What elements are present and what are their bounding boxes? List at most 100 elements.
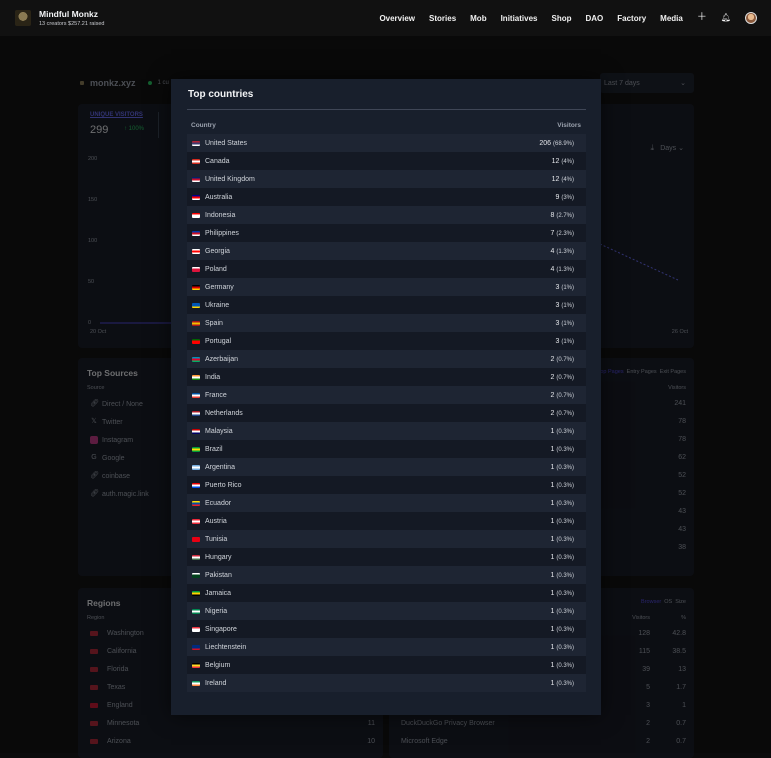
tab-entry-pages[interactable]: Entry Pages <box>627 369 657 375</box>
country-name: Nigeria <box>205 607 228 615</box>
country-visitors: 1 (0.3%) <box>550 428 574 435</box>
instagram-icon <box>90 436 98 444</box>
country-name: Ireland <box>205 679 227 687</box>
country-name: Ukraine <box>205 301 230 309</box>
visitor-count: 1 <box>550 499 555 507</box>
region-item[interactable]: California <box>90 648 137 655</box>
table-row[interactable]: Hungary 1 (0.3%) <box>187 548 586 566</box>
table-row[interactable]: France 2 (0.7%) <box>187 386 586 404</box>
visitor-percent: (1%) <box>561 302 574 309</box>
country-name: Jamaica <box>205 589 232 597</box>
region-label: Florida <box>107 666 129 673</box>
date-range-select[interactable]: Last 7 days ⌄ <box>600 73 694 93</box>
table-row[interactable]: Liechtenstein 1 (0.3%) <box>187 638 586 656</box>
us-flag-icon <box>90 721 98 726</box>
region-item[interactable]: Washington <box>90 630 144 637</box>
country-flag-icon <box>192 338 200 344</box>
table-row[interactable]: Netherlands 2 (0.7%) <box>187 404 586 422</box>
table-row[interactable]: Germany 3 (1%) <box>187 278 586 296</box>
region-item[interactable]: Texas <box>90 684 125 691</box>
visitor-count: 1 <box>550 535 555 543</box>
table-row[interactable]: United Kingdom 12 (4%) <box>187 170 586 188</box>
table-row[interactable]: India 2 (0.7%) <box>187 368 586 386</box>
country-name: Puerto Rico <box>205 481 242 489</box>
browser-percent: 1.7 <box>676 684 686 691</box>
table-row[interactable]: Nigeria 1 (0.3%) <box>187 602 586 620</box>
table-row[interactable]: Portugal 3 (1%) <box>187 332 586 350</box>
table-row[interactable]: Ireland 1 (0.3%) <box>187 674 586 692</box>
table-row[interactable]: Poland 4 (1.3%) <box>187 260 586 278</box>
country-visitors: 3 (1%) <box>555 320 574 327</box>
tab-browser[interactable]: Browser <box>641 599 661 605</box>
visitor-count: 1 <box>550 589 555 597</box>
visitor-count: 3 <box>555 319 560 327</box>
device-tabs: Browser OS Size <box>641 599 686 605</box>
table-row[interactable]: Belgium 1 (0.3%) <box>187 656 586 674</box>
table-row[interactable]: Pakistan 1 (0.3%) <box>187 566 586 584</box>
table-row[interactable]: Puerto Rico 1 (0.3%) <box>187 476 586 494</box>
table-row[interactable]: Ecuador 1 (0.3%) <box>187 494 586 512</box>
region-item[interactable]: Florida <box>90 666 128 673</box>
table-row[interactable]: Ukraine 3 (1%) <box>187 296 586 314</box>
source-item[interactable]: 🔗︎ coinbase <box>90 472 130 480</box>
table-row[interactable]: Argentina 1 (0.3%) <box>187 458 586 476</box>
us-flag-icon <box>90 631 98 636</box>
visitor-percent: (0.3%) <box>556 572 574 579</box>
visitor-percent: (0.3%) <box>556 428 574 435</box>
table-row[interactable]: Malaysia 1 (0.3%) <box>187 422 586 440</box>
table-row[interactable]: Philippines 7 (2.3%) <box>187 224 586 242</box>
tab-os[interactable]: OS <box>664 599 672 605</box>
region-item[interactable]: England <box>90 702 133 709</box>
country-flag-icon <box>192 608 200 614</box>
visitor-count: 2 <box>550 355 555 363</box>
region-item[interactable]: Minnesota <box>90 720 139 727</box>
country-flag-icon <box>192 428 200 434</box>
source-item[interactable]: 🔗︎ Direct / None <box>90 400 143 408</box>
table-row[interactable]: Austria 1 (0.3%) <box>187 512 586 530</box>
visitor-count: 9 <box>555 193 560 201</box>
site-selector[interactable]: monkz.xyz 1 cu <box>80 78 169 88</box>
browser-percent: 13 <box>678 666 686 673</box>
source-item[interactable]: Instagram <box>90 436 133 444</box>
visitor-count: 1 <box>550 625 555 633</box>
tab-top-pages[interactable]: Top Pages <box>598 369 624 375</box>
source-item[interactable]: G Google <box>90 454 124 462</box>
source-label: coinbase <box>102 472 131 480</box>
visitor-percent: (0.3%) <box>556 590 574 597</box>
country-flag-icon <box>192 248 200 254</box>
us-flag-icon <box>90 667 98 672</box>
google-icon: G <box>91 454 97 461</box>
table-row[interactable]: Jamaica 1 (0.3%) <box>187 584 586 602</box>
visitor-percent: (0.3%) <box>556 518 574 525</box>
table-row[interactable]: Brazil 1 (0.3%) <box>187 440 586 458</box>
table-row[interactable]: Australia 9 (3%) <box>187 188 586 206</box>
table-row[interactable]: Azerbaijan 2 (0.7%) <box>187 350 586 368</box>
table-row[interactable]: Singapore 1 (0.3%) <box>187 620 586 638</box>
country-name: India <box>205 373 221 381</box>
visitor-percent: (2.3%) <box>556 230 574 237</box>
top-sources-title: Top Sources <box>87 368 138 378</box>
visitor-count: 2 <box>550 391 555 399</box>
table-row[interactable]: Canada 12 (4%) <box>187 152 586 170</box>
table-row[interactable]: Georgia 4 (1.3%) <box>187 242 586 260</box>
region-label: California <box>107 648 137 655</box>
country-visitors: 2 (0.7%) <box>550 410 574 417</box>
source-item[interactable]: 🔗︎ auth.magic.link <box>90 490 149 498</box>
country-flag-icon <box>192 392 200 398</box>
table-row[interactable]: United States 206 (68.9%) <box>187 134 586 152</box>
browser-name: Microsoft Edge <box>401 738 448 745</box>
tab-exit-pages[interactable]: Exit Pages <box>660 369 686 375</box>
country-visitors: 3 (1%) <box>555 302 574 309</box>
country-name: Australia <box>205 193 233 201</box>
table-row[interactable]: Indonesia 8 (2.7%) <box>187 206 586 224</box>
visitor-percent: (0.3%) <box>556 662 574 669</box>
tab-size[interactable]: Size <box>675 599 686 605</box>
visitor-count: 3 <box>555 283 560 291</box>
region-item[interactable]: Arizona <box>90 738 131 745</box>
table-row[interactable]: Spain 3 (1%) <box>187 314 586 332</box>
divider <box>187 109 586 110</box>
visitor-count: 3 <box>555 337 560 345</box>
table-row[interactable]: Tunisia 1 (0.3%) <box>187 530 586 548</box>
visitor-percent: (0.3%) <box>556 464 574 471</box>
source-item[interactable]: 𝕏 Twitter <box>90 418 122 426</box>
